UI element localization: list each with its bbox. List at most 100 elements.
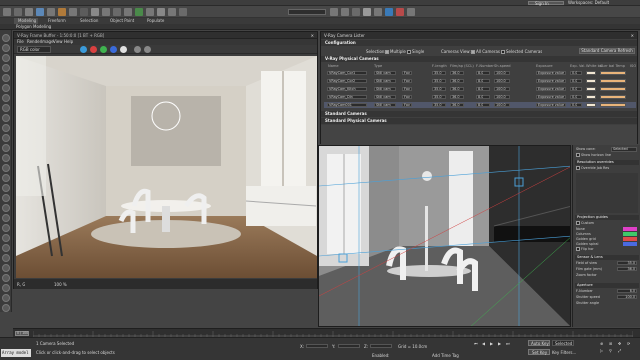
vfb-menu-view[interactable]: View — [53, 39, 63, 44]
redo-icon[interactable] — [14, 8, 22, 16]
camera-name-field[interactable]: VRayCam_Cor2 — [327, 79, 367, 83]
relax-icon[interactable] — [2, 284, 10, 292]
bridge-icon[interactable] — [2, 194, 10, 202]
spinner-snap-icon[interactable] — [352, 8, 360, 16]
fnumber-field[interactable]: 8.0 — [476, 71, 490, 75]
target-weld-icon[interactable] — [2, 224, 10, 232]
z-coord-field[interactable] — [370, 344, 392, 348]
vray-physical-cameras-header[interactable]: V-Ray Physical Cameras — [321, 56, 637, 62]
shutter-speed-field[interactable]: 100.0 — [494, 79, 510, 83]
camera-row[interactable]: VRayCam_Cor1 Still cam Fov 35.0 36.0 8.0 100.0… — [324, 70, 636, 76]
auto-key-button[interactable]: Auto Key — [528, 340, 550, 346]
configuration-header[interactable]: Configuration — [321, 40, 637, 46]
undo-icon[interactable] — [3, 8, 11, 16]
weld-icon[interactable] — [2, 214, 10, 222]
extrude-icon[interactable] — [2, 164, 10, 172]
orbit-icon[interactable]: ⟳ — [627, 341, 630, 346]
vfb-menu-render[interactable]: Render — [27, 39, 41, 44]
key-filters-button[interactable]: Key Filters... — [552, 350, 576, 355]
rgb-channel-icon[interactable] — [80, 46, 87, 53]
shutter-speed-field[interactable]: 100.0 — [494, 95, 510, 99]
key-mode-dropdown[interactable]: Selected — [552, 340, 574, 346]
white-balance-swatch[interactable] — [586, 95, 596, 99]
ring-icon[interactable] — [2, 144, 10, 152]
snap-icon[interactable] — [179, 8, 187, 16]
grow-icon[interactable] — [2, 124, 10, 132]
element-icon[interactable] — [2, 114, 10, 122]
paint-icon[interactable] — [2, 294, 10, 302]
green-channel-icon[interactable] — [100, 46, 107, 53]
show-horizon-checkbox[interactable]: Show horizon line — [576, 153, 638, 158]
all-cameras-radio[interactable]: All Cameras — [471, 49, 500, 54]
inset-icon[interactable] — [2, 184, 10, 192]
camera-type-dropdown[interactable]: Still cam — [374, 71, 396, 75]
exposure-value-field[interactable]: 0.0 — [570, 103, 582, 107]
override-res-checkbox[interactable]: Override Job Res — [576, 166, 638, 171]
border-icon[interactable] — [2, 94, 10, 102]
exposure-dropdown[interactable]: Exposure value — [536, 103, 566, 107]
focal-length-field[interactable]: 35.0 — [432, 79, 446, 83]
multiple-radio[interactable]: Multiple — [385, 49, 406, 54]
aperture-header[interactable]: Aperture — [575, 283, 639, 288]
exposure-dropdown[interactable]: Exposure value — [536, 71, 566, 75]
camera-fov-toggle[interactable]: Fov — [402, 95, 412, 99]
connect-icon[interactable] — [2, 264, 10, 272]
reference-icon[interactable] — [157, 8, 165, 16]
render-setup-icon[interactable] — [396, 8, 404, 16]
clear-image-icon[interactable] — [144, 46, 151, 53]
exposure-dropdown[interactable]: Exposure value — [536, 95, 566, 99]
render-icon[interactable] — [407, 8, 415, 16]
channel-dropdown[interactable]: RGB color — [17, 46, 51, 53]
prev-frame-icon[interactable]: ◀ — [482, 341, 485, 346]
placement-icon[interactable] — [146, 8, 154, 16]
white-balance-swatch[interactable] — [586, 87, 596, 91]
temperature-swatch[interactable] — [600, 71, 626, 75]
select-by-name-icon[interactable] — [80, 8, 88, 16]
filter-icon[interactable] — [58, 8, 66, 16]
bind-icon[interactable] — [47, 8, 55, 16]
set-key-button[interactable]: Set Key — [528, 349, 550, 355]
custom-checkbox[interactable]: Custom — [576, 221, 638, 226]
unlink-icon[interactable] — [36, 8, 44, 16]
projection-guides-header[interactable]: Projection guides — [575, 215, 639, 220]
polygon-modeling-label[interactable]: Polygon Modeling — [16, 24, 51, 30]
white-balance-swatch[interactable] — [586, 79, 596, 83]
maxscript-listener[interactable]: Array model — [1, 349, 31, 357]
shutter-speed-field[interactable]: 100.0 — [494, 87, 510, 91]
exposure-value-field[interactable]: 0.0 — [570, 79, 582, 83]
film-gate-field[interactable]: 36.0 — [450, 95, 464, 99]
move-icon[interactable] — [2, 44, 10, 52]
resolution-overrides-header[interactable]: Resolution overrides — [575, 160, 639, 165]
camera-type-dropdown[interactable]: Still cam — [374, 87, 396, 91]
shutter-speed-field[interactable]: 100.0 — [494, 103, 510, 107]
focal-length-field[interactable]: 35.0 — [432, 95, 446, 99]
percent-snap-icon[interactable] — [341, 8, 349, 16]
show-cone-dropdown[interactable]: Selected — [611, 147, 637, 152]
scale-icon[interactable] — [135, 8, 143, 16]
walk-icon[interactable]: ⚲ — [609, 348, 612, 353]
camera-row[interactable]: VRayCam_Cor2 Still cam Fov 35.0 36.0 8.0 100.0… — [324, 78, 636, 84]
fnumber-field[interactable]: 8.0 — [617, 289, 637, 293]
shutter-field[interactable]: 100.0 — [617, 295, 637, 299]
loop-icon[interactable] — [2, 154, 10, 162]
standard-camera-refresh-button[interactable]: Standard Camera Refresh — [579, 48, 635, 54]
exposure-dropdown[interactable]: Exposure value — [536, 87, 566, 91]
film-gate-field[interactable]: 36.0 — [450, 71, 464, 75]
fov-field[interactable]: 35.0 — [617, 261, 637, 265]
polygon-icon[interactable] — [2, 104, 10, 112]
exposure-dropdown[interactable]: Exposure value — [536, 79, 566, 83]
camera-name-field[interactable]: VRayCam_Din — [327, 95, 367, 99]
select-object-icon[interactable] — [2, 34, 10, 42]
camera-name-field[interactable]: VRayCam_Cor1 — [327, 71, 367, 75]
temperature-swatch[interactable] — [600, 79, 626, 83]
white-balance-swatch[interactable] — [586, 103, 596, 107]
select-icon[interactable] — [69, 8, 77, 16]
angle-snap-icon[interactable] — [330, 8, 338, 16]
single-radio[interactable]: Single — [407, 49, 424, 54]
film-gate-field[interactable]: 36.0 — [450, 103, 464, 107]
goto-end-icon[interactable]: ⏭ — [506, 341, 510, 346]
zoom-all-icon[interactable]: ⊞ — [609, 341, 612, 346]
vfb-menu-help[interactable]: Help — [64, 39, 73, 44]
exposure-value-field[interactable]: 0.0 — [570, 87, 582, 91]
add-time-tag[interactable]: Add Time Tag — [432, 353, 459, 358]
